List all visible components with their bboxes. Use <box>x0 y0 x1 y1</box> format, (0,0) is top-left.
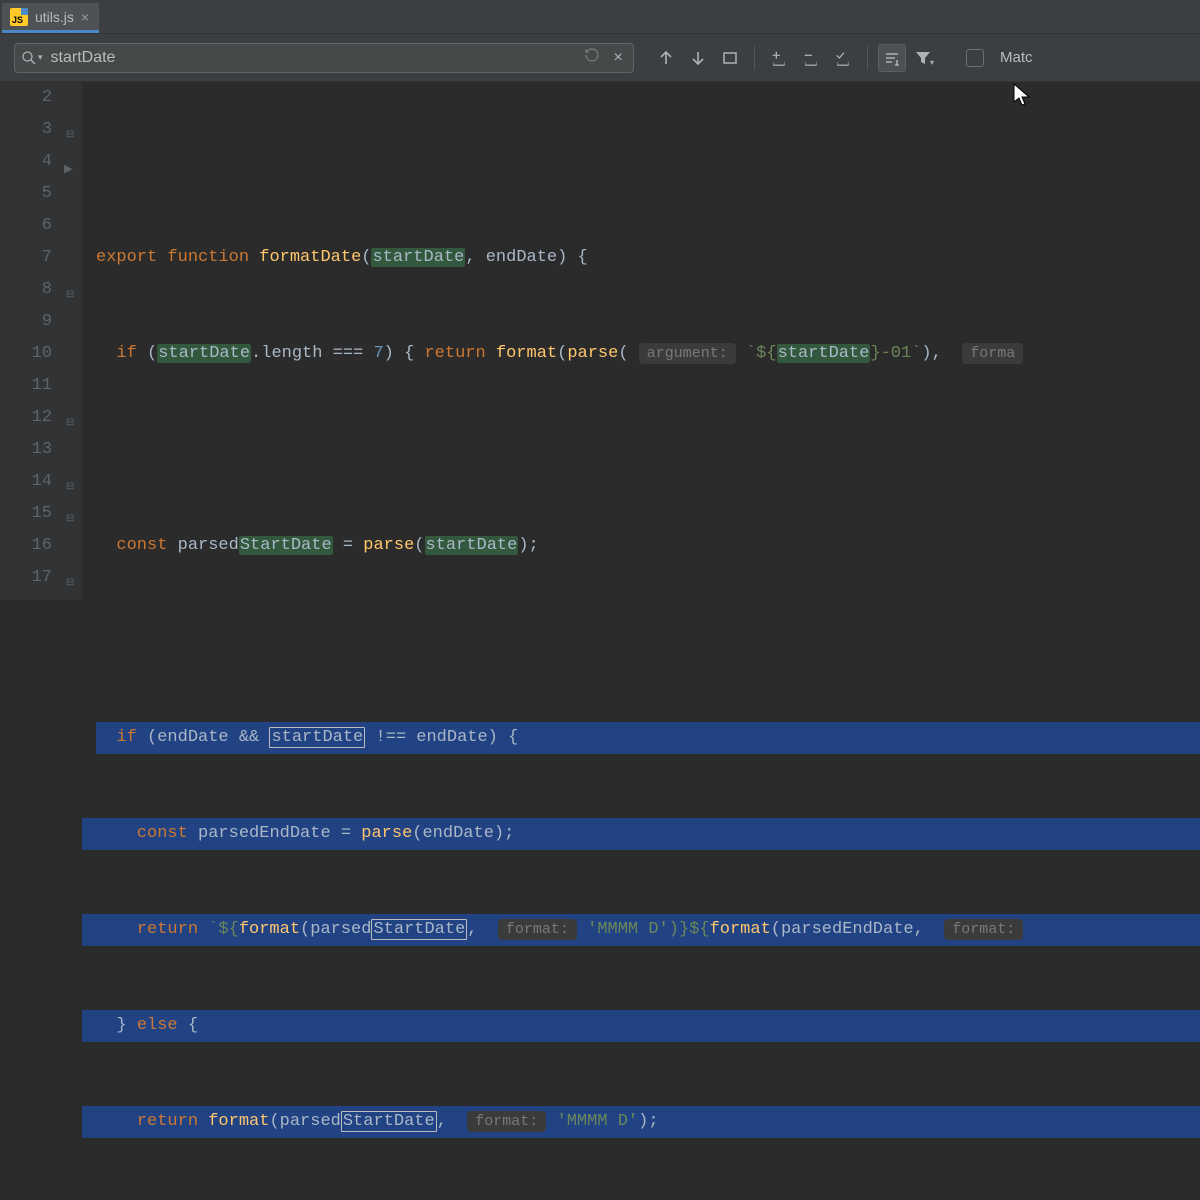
line-number: 7 <box>0 242 52 274</box>
param-hint: argument: <box>639 343 736 364</box>
search-match: StartDate <box>239 536 333 555</box>
line-number: 15 <box>0 498 52 530</box>
param-hint: format: <box>944 919 1023 940</box>
code-line: return `${format(parsedStartDate, format… <box>82 914 1200 946</box>
line-number: 13 <box>0 434 52 466</box>
fold-close-icon[interactable]: ⊟ <box>66 504 74 536</box>
search-match: StartDate <box>341 1111 437 1132</box>
match-case-label: Matc <box>1000 49 1033 66</box>
code-line: } else { <box>82 1010 1200 1042</box>
search-match: startDate <box>157 344 251 363</box>
code-line <box>82 146 1200 178</box>
code-line: const parsedEndDate = parse(endDate); <box>82 818 1200 850</box>
search-input[interactable] <box>51 49 576 67</box>
param-hint: forma <box>962 343 1023 364</box>
line-number: 14 <box>0 466 52 498</box>
separator <box>867 46 868 70</box>
line-number: 10 <box>0 338 52 370</box>
search-match: StartDate <box>371 919 467 940</box>
select-occurrences-button[interactable] <box>829 44 857 72</box>
param-hint: format: <box>467 1111 546 1132</box>
fold-close-icon[interactable]: ⊟ <box>66 472 74 504</box>
tab-bar: utils.js × <box>0 0 1200 34</box>
code-line <box>82 434 1200 466</box>
line-number: 8 <box>0 274 52 306</box>
line-number: 9 <box>0 306 52 338</box>
select-all-button[interactable] <box>716 44 744 72</box>
tab-filename: utils.js <box>35 9 74 25</box>
line-number: 2 <box>0 82 52 114</box>
clear-search-icon[interactable]: × <box>609 49 627 67</box>
code-editor[interactable]: 2 3 4 5 6 7 8 9 10 11 12 13 14 15 16 17 … <box>0 82 1200 600</box>
code-line: if (startDate.length === 7) { return for… <box>82 338 1200 370</box>
code-line: const parsedStartDate = parse(startDate)… <box>82 530 1200 562</box>
filter-button[interactable]: ▾ <box>910 44 938 72</box>
code-line: if (endDate && startDate !== endDate) { <box>82 722 1200 754</box>
close-tab-icon[interactable]: × <box>81 9 89 25</box>
search-match: startDate <box>269 727 365 748</box>
param-hint: format: <box>498 919 577 940</box>
add-selection-button[interactable] <box>765 44 793 72</box>
code-line: return format(parsedStartDate, format: '… <box>82 1106 1200 1138</box>
line-number: 4 <box>0 146 52 178</box>
line-number: 6 <box>0 210 52 242</box>
search-box[interactable]: ▾ × <box>14 43 634 73</box>
search-icon: ▾ <box>21 50 43 66</box>
code-line: export function formatDate(startDate, en… <box>82 242 1200 274</box>
file-tab[interactable]: utils.js × <box>2 3 99 33</box>
line-number: 5 <box>0 178 52 210</box>
line-number: 3 <box>0 114 52 146</box>
prev-match-button[interactable] <box>652 44 680 72</box>
line-number: 11 <box>0 370 52 402</box>
find-toolbar: ▾ × ▾ Matc <box>0 34 1200 82</box>
breakpoint-arrow-icon: ▶ <box>64 154 72 186</box>
search-match: startDate <box>371 248 465 267</box>
fold-icon[interactable]: ⊟ <box>66 280 74 312</box>
line-number: 17 <box>0 562 52 594</box>
fold-icon[interactable]: ⊟ <box>66 408 74 440</box>
remove-selection-button[interactable] <box>797 44 825 72</box>
line-number: 16 <box>0 530 52 562</box>
separator <box>754 46 755 70</box>
search-options-button[interactable] <box>878 44 906 72</box>
line-gutter: 2 3 4 5 6 7 8 9 10 11 12 13 14 15 16 17 <box>0 82 64 600</box>
code-area[interactable]: export function formatDate(startDate, en… <box>82 82 1200 600</box>
history-icon[interactable] <box>583 46 601 69</box>
js-file-icon <box>10 8 28 26</box>
line-number: 12 <box>0 402 52 434</box>
fold-icon[interactable]: ⊟ <box>66 568 74 600</box>
fold-icon[interactable]: ⊟ <box>66 120 74 152</box>
match-case-checkbox[interactable] <box>966 49 984 67</box>
search-match: startDate <box>425 536 519 555</box>
code-line <box>82 626 1200 658</box>
search-match: startDate <box>777 344 871 363</box>
fold-column: ⊟ ▶ ⊟ ⊟ ⊟ ⊟ ⊟ <box>64 82 82 600</box>
next-match-button[interactable] <box>684 44 712 72</box>
